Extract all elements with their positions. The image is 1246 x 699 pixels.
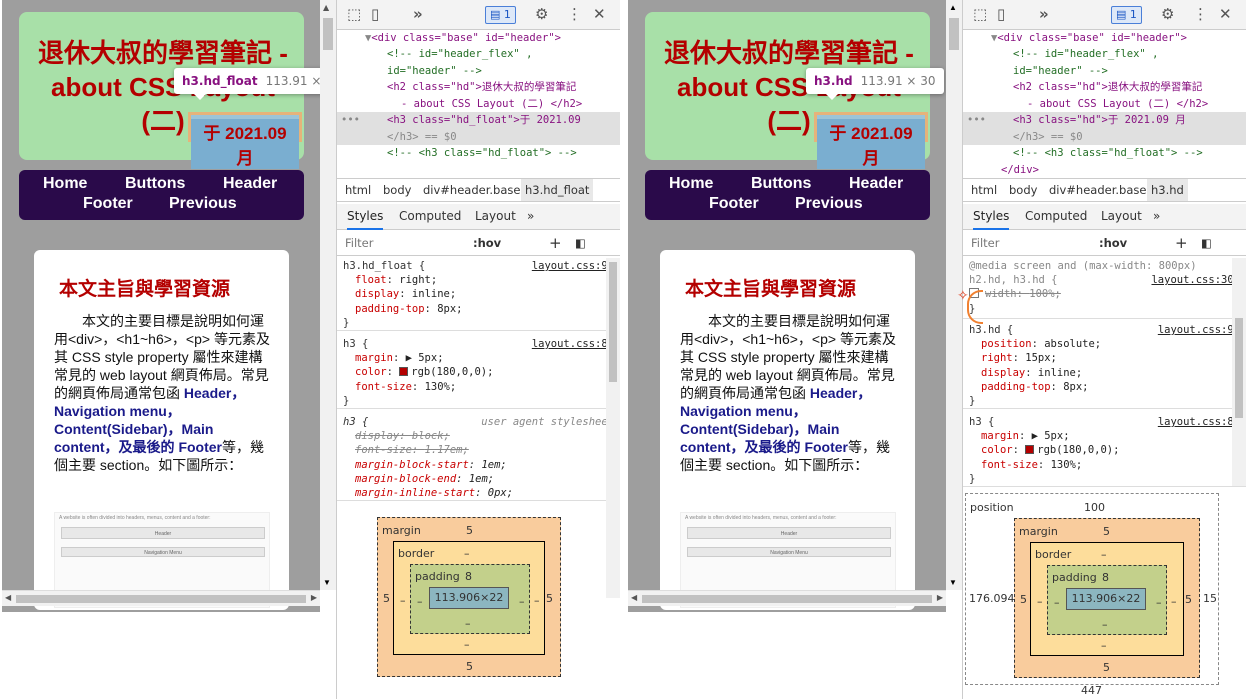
web-page-viewport: 退休大叔的學習筆記 - about CSS Layout (二) 于 2021.… xyxy=(628,0,946,612)
color-swatch[interactable] xyxy=(1025,445,1035,455)
breadcrumb: html body div#header.base h3.hd_float xyxy=(337,178,620,202)
new-rule-icon[interactable]: + xyxy=(1175,231,1188,255)
article-title: 本文主旨與學習資源 xyxy=(685,279,857,300)
issues-badge[interactable]: ▤ 1 xyxy=(1111,6,1142,24)
position-bottom-value: 447 xyxy=(1081,684,1102,697)
element-inspect-tooltip: h3.hd 113.91 × 30 xyxy=(806,68,944,100)
filter-input[interactable]: Filter xyxy=(971,231,999,255)
inspect-element-icon[interactable]: ⬚ xyxy=(973,5,987,23)
devtools-panel: ⬚ ▯ » ▤ 1 ⚙ ⋮ ✕ ▼<div class="base" id="h… xyxy=(336,0,620,699)
header-date[interactable]: 于 2021.09 月 xyxy=(188,112,302,169)
issues-badge[interactable]: ▤ 1 xyxy=(485,6,516,24)
tab-layout[interactable]: Layout xyxy=(475,204,516,228)
right-screenshot-panel: 退休大叔的學習筆記 - about CSS Layout (二) 于 2021.… xyxy=(628,0,1246,699)
nav-previous[interactable]: Previous xyxy=(169,195,237,213)
page-horizontal-scrollbar[interactable]: ◀ ▶ xyxy=(628,590,946,606)
style-rule: h3.hd {layout.css:91 position: absolute;… xyxy=(963,323,1246,409)
dom-tree: ▼<div class="base" id="header"> <!-- id=… xyxy=(337,30,620,175)
style-rule: h3 {layout.css:86 margin: ▶ 5px; color: … xyxy=(337,337,620,409)
styles-filter-bar: Filter :hov + ◧ xyxy=(337,231,620,256)
selected-dom-node[interactable]: <h3 class="hd">于 2021.09 月 xyxy=(1013,112,1186,129)
more-tabs-icon[interactable]: » xyxy=(413,5,423,23)
page-vertical-scrollbar[interactable]: ▲ ▼ xyxy=(320,0,336,590)
box-model-padding: padding 8 – – – 113.906×22 xyxy=(410,564,530,634)
nav-header[interactable]: Header xyxy=(849,175,903,193)
tab-more[interactable]: » xyxy=(1153,204,1160,228)
tab-computed[interactable]: Computed xyxy=(399,204,461,228)
color-swatch[interactable] xyxy=(399,367,409,377)
tab-styles[interactable]: Styles xyxy=(347,204,384,230)
box-model-position: position 100 176.094 15 margin 5 5 5 5 b… xyxy=(965,493,1219,685)
tab-styles[interactable]: Styles xyxy=(973,204,1010,230)
box-model-border: border – – – – padding 8 – – – 113.906×2… xyxy=(393,541,545,655)
left-screenshot-panel: 退休大叔的學習筆記 - about CSS Layout (二) 于 2021.… xyxy=(2,0,620,699)
filter-input[interactable]: Filter xyxy=(345,231,373,255)
article-paragraph: 本文的主要目標是說明如何運用<div>，<h1~h6>，<p> 等元素及其 CS… xyxy=(680,313,896,473)
more-options-icon[interactable]: ⋮ xyxy=(1193,5,1208,23)
nav-home[interactable]: Home xyxy=(669,175,713,193)
device-toolbar-icon[interactable]: ▯ xyxy=(371,5,379,23)
element-inspect-tooltip: h3.hd_float113.91 × 30 xyxy=(174,68,320,100)
styles-scrollbar[interactable] xyxy=(1232,258,1246,486)
nav-footer[interactable]: Footer xyxy=(83,195,133,213)
web-page-viewport: 退休大叔的學習筆記 - about CSS Layout (二) 于 2021.… xyxy=(2,0,320,612)
sidebar-tabs: Styles Computed Layout » xyxy=(963,204,1246,230)
nav-buttons[interactable]: Buttons xyxy=(125,175,185,193)
box-model-content: 113.906×22 xyxy=(429,587,509,609)
close-icon[interactable]: ✕ xyxy=(593,5,606,23)
box-model-border: border – – – – padding 8 – – – 113.906×2… xyxy=(1030,542,1184,656)
settings-gear-icon[interactable]: ⚙ xyxy=(535,5,548,23)
box-model-content: 113.906×22 xyxy=(1066,588,1146,610)
nav-previous[interactable]: Previous xyxy=(795,195,863,213)
sidebar-tabs: Styles Computed Layout » xyxy=(337,204,620,230)
close-icon[interactable]: ✕ xyxy=(1219,5,1232,23)
breadcrumb: html body div#header.base h3.hd xyxy=(963,178,1246,202)
tab-more[interactable]: » xyxy=(527,204,534,228)
nav-menu: Home Buttons Header Footer Previous xyxy=(645,170,930,220)
more-options-icon[interactable]: ⋮ xyxy=(567,5,582,23)
devtools-panel: ⬚ ▯ » ▤ 1 ⚙ ⋮ ✕ ▼<div class="base" id="h… xyxy=(957,0,1246,699)
article-title: 本文主旨與學習資源 xyxy=(59,279,231,300)
tab-computed[interactable]: Computed xyxy=(1025,204,1087,228)
box-model-padding: padding 8 – – – 113.906×22 xyxy=(1047,565,1167,635)
article-paragraph: 本文的主要目標是說明如何運用<div>，<h1~h6>，<p> 等元素及其 CS… xyxy=(54,313,270,473)
more-tabs-icon[interactable]: » xyxy=(1039,5,1049,23)
highlight-bracket xyxy=(967,290,983,324)
sparkle-icon: ✧ xyxy=(957,288,969,304)
article-card: 本文主旨與學習資源 本文的主要目標是說明如何運用<div>，<h1~h6>，<p… xyxy=(34,250,289,610)
style-rule-media: @media screen and (max-width: 800px) h2.… xyxy=(963,259,1246,319)
page-horizontal-scrollbar[interactable]: ◀ ▶ xyxy=(2,590,320,606)
article-card: 本文主旨與學習資源 本文的主要目標是說明如何運用<div>，<h1~h6>，<p… xyxy=(660,250,915,610)
dom-tree: ▼<div class="base" id="header"> <!-- id=… xyxy=(963,30,1246,175)
box-model-margin: margin 5 5 5 5 border – – – – padding 8 … xyxy=(377,517,561,677)
new-rule-icon[interactable]: + xyxy=(549,231,562,255)
nav-footer[interactable]: Footer xyxy=(709,195,759,213)
nav-menu: Home Buttons Header Footer Previous xyxy=(19,170,304,220)
devtools-toolbar: ⬚ ▯ » ▤ 1 ⚙ ⋮ ✕ xyxy=(337,0,620,30)
inspect-element-icon[interactable]: ⬚ xyxy=(347,5,361,23)
settings-gear-icon[interactable]: ⚙ xyxy=(1161,5,1174,23)
devtools-toolbar: ⬚ ▯ » ▤ 1 ⚙ ⋮ ✕ xyxy=(963,0,1246,30)
styles-filter-bar: Filter :hov + ◧ xyxy=(963,231,1246,256)
header-date[interactable]: 于 2021.09 月 xyxy=(814,112,928,169)
styles-scrollbar[interactable] xyxy=(606,258,620,598)
toggle-sidebar-icon[interactable]: ◧ xyxy=(1201,231,1212,255)
tab-layout[interactable]: Layout xyxy=(1101,204,1142,228)
toggle-sidebar-icon[interactable]: ◧ xyxy=(575,231,586,255)
device-toolbar-icon[interactable]: ▯ xyxy=(997,5,1005,23)
selected-dom-node[interactable]: <h3 class="hd_float">于 2021.09 xyxy=(387,112,581,129)
nav-buttons[interactable]: Buttons xyxy=(751,175,811,193)
style-rule: h3.hd_float {layout.css:97 float: right;… xyxy=(337,259,620,331)
style-rule-ua: h3 {user agent stylesheet display: block… xyxy=(337,415,620,501)
nav-header[interactable]: Header xyxy=(223,175,277,193)
style-rule: h3 {layout.css:86 margin: ▶ 5px; color: … xyxy=(963,415,1246,487)
box-model-margin: margin 5 5 5 5 border – – – – padding 8 … xyxy=(1014,518,1200,678)
nav-home[interactable]: Home xyxy=(43,175,87,193)
